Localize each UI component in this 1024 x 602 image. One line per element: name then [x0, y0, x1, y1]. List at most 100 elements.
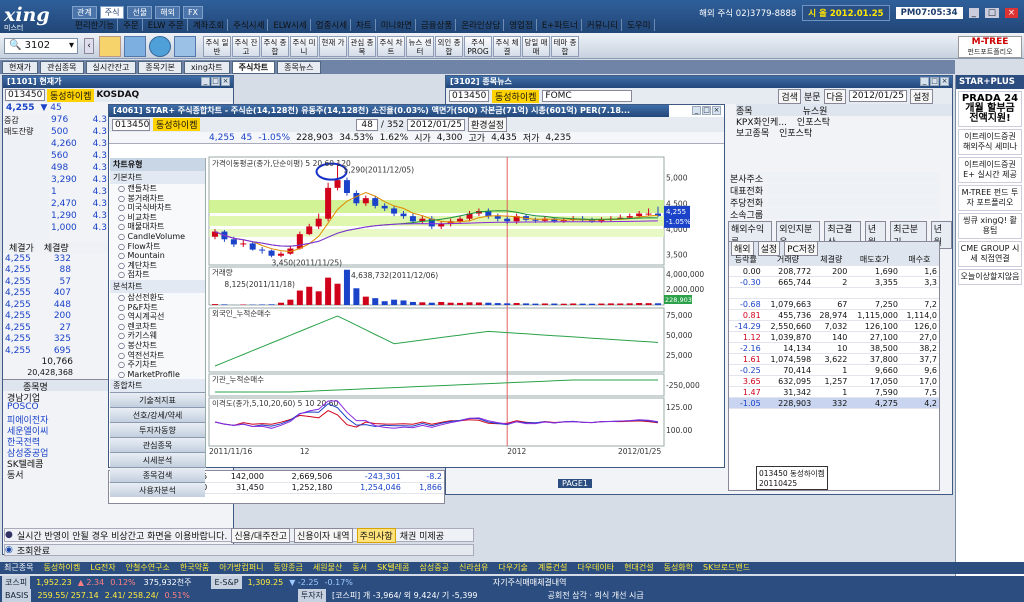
- chart-type-item[interactable]: MarketProfile: [110, 370, 205, 380]
- chart-type-item[interactable]: 매물대차트: [110, 222, 205, 232]
- chart-type-item[interactable]: 역시계곡선: [110, 312, 205, 322]
- table-row[interactable]: [729, 287, 939, 299]
- menu-item[interactable]: 온라인상담: [458, 19, 505, 31]
- menu-item[interactable]: 차트: [353, 19, 376, 31]
- credit-balance-button[interactable]: 신용/대주잔고: [231, 527, 291, 543]
- maximize-icon[interactable]: □: [211, 77, 220, 86]
- menu-tab[interactable]: FX: [182, 6, 204, 19]
- minimize-icon[interactable]: _: [920, 77, 929, 86]
- chart-type-item[interactable]: 주기차트: [110, 360, 205, 370]
- recent-stock[interactable]: 동성하이켐: [43, 562, 80, 574]
- news-body-checkbox[interactable]: 분문: [804, 90, 821, 103]
- chart-type-item[interactable]: Flow차트: [110, 242, 205, 252]
- ad-banner[interactable]: M-TREE 펀드 투자 포트폴리오: [958, 185, 1022, 211]
- indicator-menu-button[interactable]: 기술적지표: [110, 392, 205, 408]
- chart-type-item[interactable]: 카기스웨: [110, 331, 205, 341]
- menu-tab[interactable]: 관계: [72, 6, 97, 19]
- lock-icon[interactable]: [174, 36, 196, 57]
- credit-interest-button[interactable]: 신용이자 내역: [294, 527, 353, 543]
- tab-1[interactable]: 관심종목: [40, 60, 84, 74]
- nav-left-icon[interactable]: ‹: [84, 38, 94, 54]
- menu-item[interactable]: 편리한기능: [72, 19, 119, 31]
- recent-stock[interactable]: SK브로드밴드: [703, 562, 750, 574]
- chart-type-item[interactable]: P&F차트: [110, 303, 205, 313]
- ad-banner[interactable]: CME GROUP 시세 직접연결: [958, 241, 1022, 267]
- tab-5[interactable]: 주식차트: [231, 60, 276, 74]
- news-date-field[interactable]: 2012/01/25: [849, 90, 907, 102]
- ad-banner[interactable]: PRADA 24개월 할부금 전액지원!: [958, 91, 1022, 127]
- menu-item[interactable]: E+파트너: [539, 19, 582, 31]
- toolbar-button[interactable]: 외인 종합: [435, 36, 463, 57]
- minimize-icon[interactable]: _: [692, 106, 701, 115]
- recent-stock[interactable]: 동성화학: [664, 562, 693, 574]
- chart-settings-button[interactable]: 환경설정: [467, 117, 508, 132]
- toolbar-button[interactable]: 현재 가: [319, 36, 347, 57]
- chart-type-item[interactable]: 계단차트: [110, 261, 205, 271]
- window-max-icon[interactable]: □: [984, 8, 999, 18]
- chart-type-item[interactable]: Mountain: [110, 251, 205, 261]
- menu-tab[interactable]: 해외: [155, 6, 180, 19]
- news-next-button[interactable]: 다음: [823, 88, 847, 104]
- chart-type-item[interactable]: 미국식바차트: [110, 203, 205, 213]
- toolbar-button[interactable]: 주식 일반: [203, 36, 231, 57]
- chart-type-item[interactable]: 점차트: [110, 270, 205, 280]
- stock-chart[interactable]: 5,290(2011/12/05) 3,450(2011/11/25) 가격이동평균…: [207, 152, 707, 457]
- menu-item[interactable]: ELW 주문: [145, 19, 188, 31]
- table-row[interactable]: -0.30 665,744 2 3,355 3,3: [729, 276, 939, 288]
- news-filter-input[interactable]: FOMC: [542, 90, 633, 102]
- close-icon[interactable]: ×: [940, 77, 949, 86]
- chart-count-field[interactable]: 48: [356, 118, 378, 131]
- stock-code-field[interactable]: 013450: [5, 89, 45, 101]
- indicator-menu-button[interactable]: 사용자분석: [110, 482, 205, 498]
- maximize-icon[interactable]: □: [930, 77, 939, 86]
- chart-code-field[interactable]: 013450: [112, 118, 150, 131]
- menu-item[interactable]: 도우미: [624, 19, 655, 31]
- close-icon[interactable]: ×: [712, 106, 721, 115]
- menu-item[interactable]: ELW시세: [270, 19, 311, 31]
- menu-item[interactable]: 계좌조회: [190, 19, 229, 31]
- table-row[interactable]: -0.68 1,079,663 67 7,250 7,2: [729, 298, 939, 310]
- news-search-button[interactable]: 검색: [778, 88, 801, 104]
- chart-icon[interactable]: [124, 36, 146, 57]
- toolbar-button[interactable]: 주식 잔고: [232, 36, 260, 57]
- table-row[interactable]: 1.12 1,039,870 140 27,100 27,0: [729, 331, 939, 343]
- table-row[interactable]: -2.16 14,134 10 38,500 38,2: [729, 342, 939, 354]
- recent-stock[interactable]: 다우데이타: [577, 562, 614, 574]
- menu-tab[interactable]: 선물: [127, 6, 153, 19]
- menu-item[interactable]: 영업점: [506, 19, 537, 31]
- indicator-menu-button[interactable]: 관심종목: [110, 437, 205, 453]
- ad-banner[interactable]: 이트레이드증권 해외주식 세미나: [958, 129, 1022, 155]
- indicator-menu-button[interactable]: 선호/강세/약세: [110, 407, 205, 423]
- recent-stock[interactable]: 삼성중공: [420, 562, 449, 574]
- tab-3[interactable]: 종목기본: [138, 60, 182, 74]
- toolbar-button[interactable]: 주식 PROG: [464, 36, 492, 57]
- table-row[interactable]: -0.25 70,414 1 9,660 9,6: [729, 364, 939, 376]
- tab-0[interactable]: 현재가: [2, 60, 39, 74]
- recent-stock[interactable]: 세원물산: [313, 562, 342, 574]
- toolbar-button[interactable]: 주식 미니: [290, 36, 318, 57]
- ad-banner[interactable]: 씽큐 xingQ! 활용팁: [958, 213, 1022, 239]
- table-row[interactable]: 0.00 208,772 200 1,690 1,6: [729, 265, 939, 277]
- mtree-banner[interactable]: M-TREE 펀드포트폴리오: [958, 36, 1022, 58]
- toolbar-button[interactable]: 당일 매매: [522, 36, 550, 57]
- page-tab[interactable]: PAGE1: [558, 479, 592, 488]
- tab-4[interactable]: xing차트: [183, 60, 230, 74]
- recent-stock[interactable]: 안철수연구소: [126, 562, 170, 574]
- menu-item[interactable]: 커뮤니티: [584, 19, 623, 31]
- table-row[interactable]: 0.81 455,736 28,974 1,115,000 1,114,0: [729, 309, 939, 321]
- minimize-icon[interactable]: _: [201, 77, 210, 86]
- caution-button[interactable]: 주의사항: [356, 527, 396, 543]
- recent-stock[interactable]: 다우기술: [498, 562, 527, 574]
- toolbar-button[interactable]: 주식 차트: [377, 36, 405, 57]
- chart-type-item[interactable]: 봉산차트: [110, 341, 205, 351]
- toolbar-button[interactable]: 테마 종합: [551, 36, 579, 57]
- news-row-stock[interactable]: 보고종목: [736, 126, 769, 139]
- chart-type-item[interactable]: 렌코차트: [110, 322, 205, 332]
- news-code-field[interactable]: 013450: [449, 90, 489, 102]
- ad-banner[interactable]: 오늘이상할지않음: [958, 269, 1022, 285]
- ad-banner[interactable]: 이트레이드증권 E+ 실시간 제공: [958, 157, 1022, 183]
- recent-stock[interactable]: 최근종목: [4, 562, 33, 574]
- home-icon[interactable]: [99, 36, 121, 57]
- toolbar-button[interactable]: 관심 종목: [348, 36, 376, 57]
- indicator-menu-button[interactable]: 종목검색: [110, 467, 205, 483]
